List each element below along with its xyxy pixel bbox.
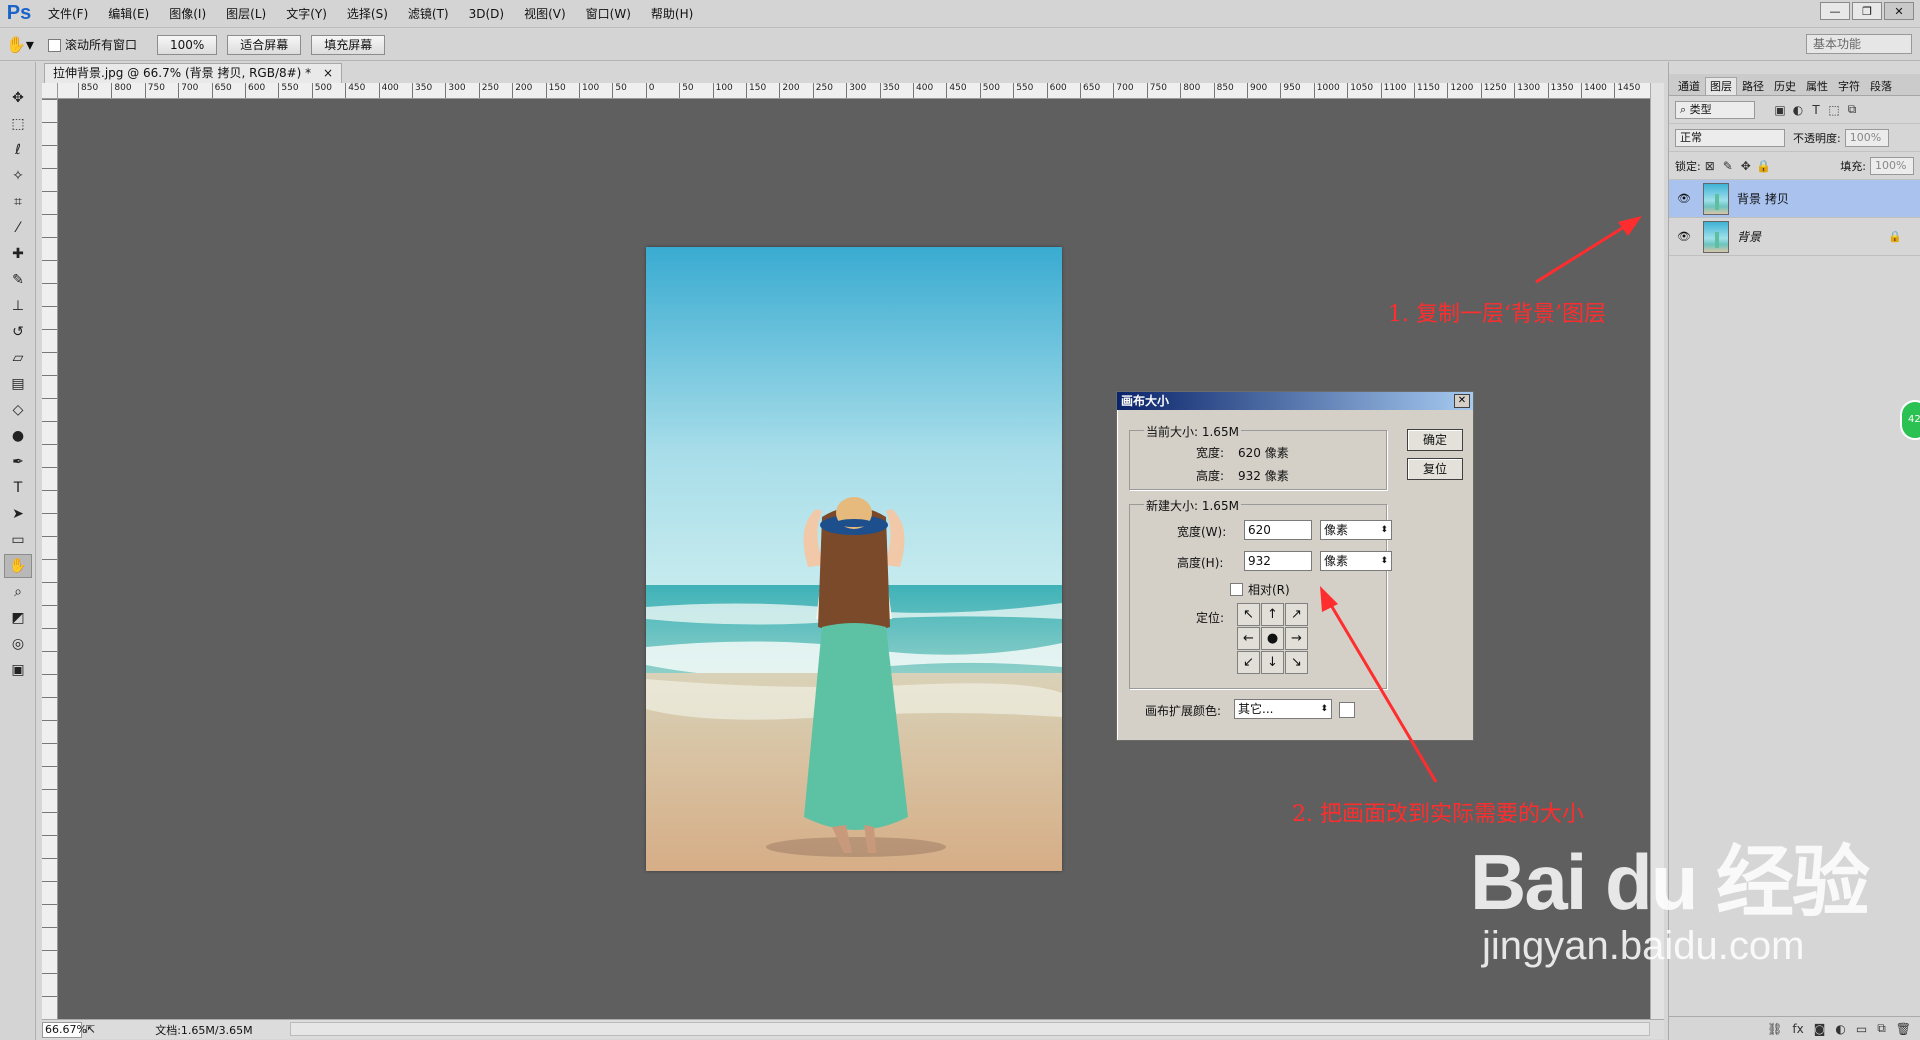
- baidu-watermark: Bai du 经验 jingyan.baidu.com: [1470, 820, 1870, 969]
- arrow-to-layer: [1535, 216, 1642, 284]
- watermark-brand: Bai du 经验: [1470, 838, 1870, 926]
- annotation-step-1: 1. 复制一层‘背景’图层: [1388, 302, 1606, 327]
- arrow-to-size-fields: [1320, 586, 1438, 783]
